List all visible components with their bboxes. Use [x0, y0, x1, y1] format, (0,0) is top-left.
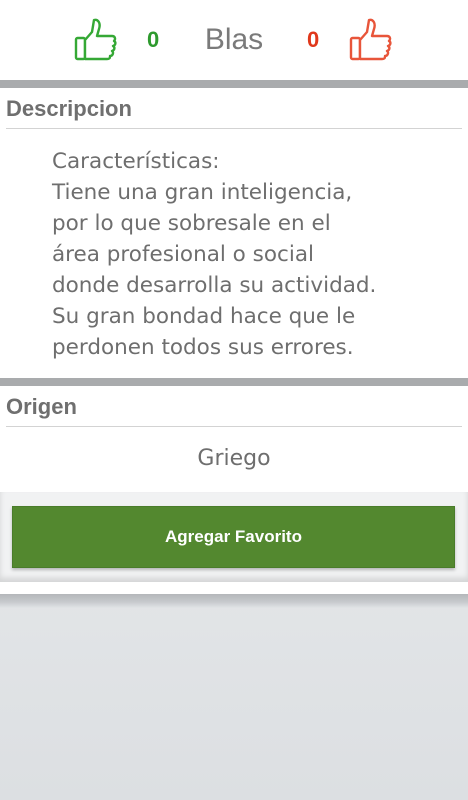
description-card: Descripcion Características: Tiene una g… [0, 88, 468, 378]
heading-divider [6, 128, 462, 129]
add-favorite-button[interactable]: Agregar Favorito [12, 506, 455, 568]
origin-card: Origen Griego [0, 386, 468, 492]
heading-divider [6, 426, 462, 427]
origin-heading: Origen [6, 394, 77, 419]
likes-count: 0 [147, 27, 160, 52]
description-heading: Descripcion [6, 96, 132, 121]
section-divider [0, 378, 468, 386]
favorite-panel: Agregar Favorito [0, 492, 468, 582]
dislikes-count: 0 [307, 27, 320, 52]
description-text: Características: Tiene una gran intelige… [52, 149, 377, 360]
bottom-strip [0, 582, 468, 594]
name-header: 0 Blas 0 [0, 0, 468, 80]
section-divider [0, 594, 468, 608]
thumbs-up-icon[interactable] [349, 16, 393, 62]
page-title: Blas [204, 23, 264, 56]
thumbs-up-icon[interactable] [74, 16, 118, 62]
section-divider [0, 80, 468, 88]
origin-value: Griego [197, 446, 271, 471]
